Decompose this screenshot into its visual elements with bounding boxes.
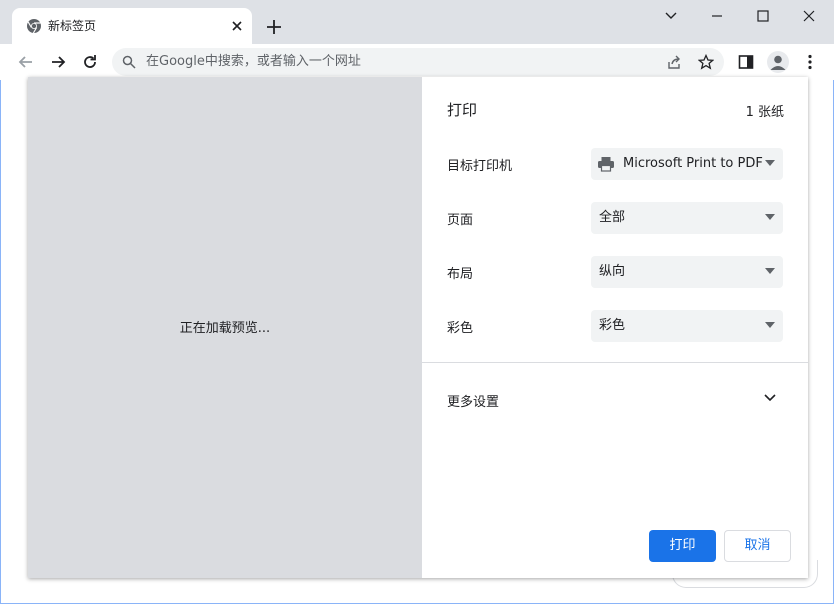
menu-dots-icon[interactable] <box>800 52 820 72</box>
cancel-button[interactable]: 取消 <box>724 530 791 562</box>
maximize-icon[interactable] <box>755 8 771 24</box>
color-label: 彩色 <box>447 321 474 336</box>
reload-icon[interactable] <box>80 52 100 72</box>
chevron-down-icon[interactable] <box>663 8 679 24</box>
tab-close-icon[interactable] <box>229 18 245 34</box>
chrome-icon <box>27 19 41 34</box>
layout-label: 布局 <box>447 267 474 282</box>
color-select[interactable]: 彩色 <box>591 310 783 342</box>
title-bar: 新标签页 <box>0 0 834 44</box>
more-settings-label[interactable]: 更多设置 <box>447 391 499 410</box>
tab-title: 新标签页 <box>48 19 97 33</box>
forward-arrow-icon[interactable] <box>48 52 68 72</box>
chevron-down-icon[interactable] <box>763 393 777 403</box>
toolbar: 在Google中搜索，或者输入一个网址 <box>0 44 834 80</box>
print-preview-pane: 正在加载预览... <box>28 77 422 578</box>
print-dialog: 正在加载预览... 打印 1 张纸 目标打印机 Microsoft Print … <box>28 77 808 578</box>
dialog-title: 打印 <box>447 101 478 119</box>
profile-icon[interactable] <box>767 51 789 73</box>
address-bar[interactable]: 在Google中搜索，或者输入一个网址 <box>112 48 724 76</box>
preview-loading-text: 正在加载预览... <box>179 321 271 336</box>
sheet-count: 1 张纸 <box>745 105 784 120</box>
plus-icon[interactable] <box>265 18 283 36</box>
side-panel-icon[interactable] <box>736 52 756 72</box>
dropdown-arrow-icon <box>765 322 775 328</box>
destination-select[interactable]: Microsoft Print to PDF <box>591 148 783 180</box>
address-placeholder: 在Google中搜索，或者输入一个网址 <box>146 54 361 69</box>
pages-value: 全部 <box>599 210 626 225</box>
pages-label: 页面 <box>447 213 474 228</box>
print-settings-pane: 打印 1 张纸 目标打印机 Microsoft Print to PDF 页面 … <box>422 77 808 578</box>
print-button[interactable]: 打印 <box>649 530 716 562</box>
browser-tab[interactable]: 新标签页 <box>12 8 252 44</box>
pages-select[interactable]: 全部 <box>591 202 783 234</box>
color-value: 彩色 <box>599 318 626 333</box>
divider <box>422 362 808 363</box>
star-icon[interactable] <box>698 54 714 70</box>
minimize-icon[interactable] <box>709 8 725 24</box>
search-icon <box>122 55 136 69</box>
destination-label: 目标打印机 <box>447 159 513 174</box>
dropdown-arrow-icon <box>765 268 775 274</box>
close-icon[interactable] <box>801 8 817 24</box>
dropdown-arrow-icon <box>765 214 775 220</box>
layout-value: 纵向 <box>599 264 626 279</box>
back-arrow-icon[interactable] <box>16 52 36 72</box>
share-icon[interactable] <box>666 54 682 70</box>
layout-select[interactable]: 纵向 <box>591 256 783 288</box>
dropdown-arrow-icon <box>765 160 775 166</box>
destination-value: Microsoft Print to PDF <box>623 156 763 171</box>
printer-icon <box>598 157 614 172</box>
